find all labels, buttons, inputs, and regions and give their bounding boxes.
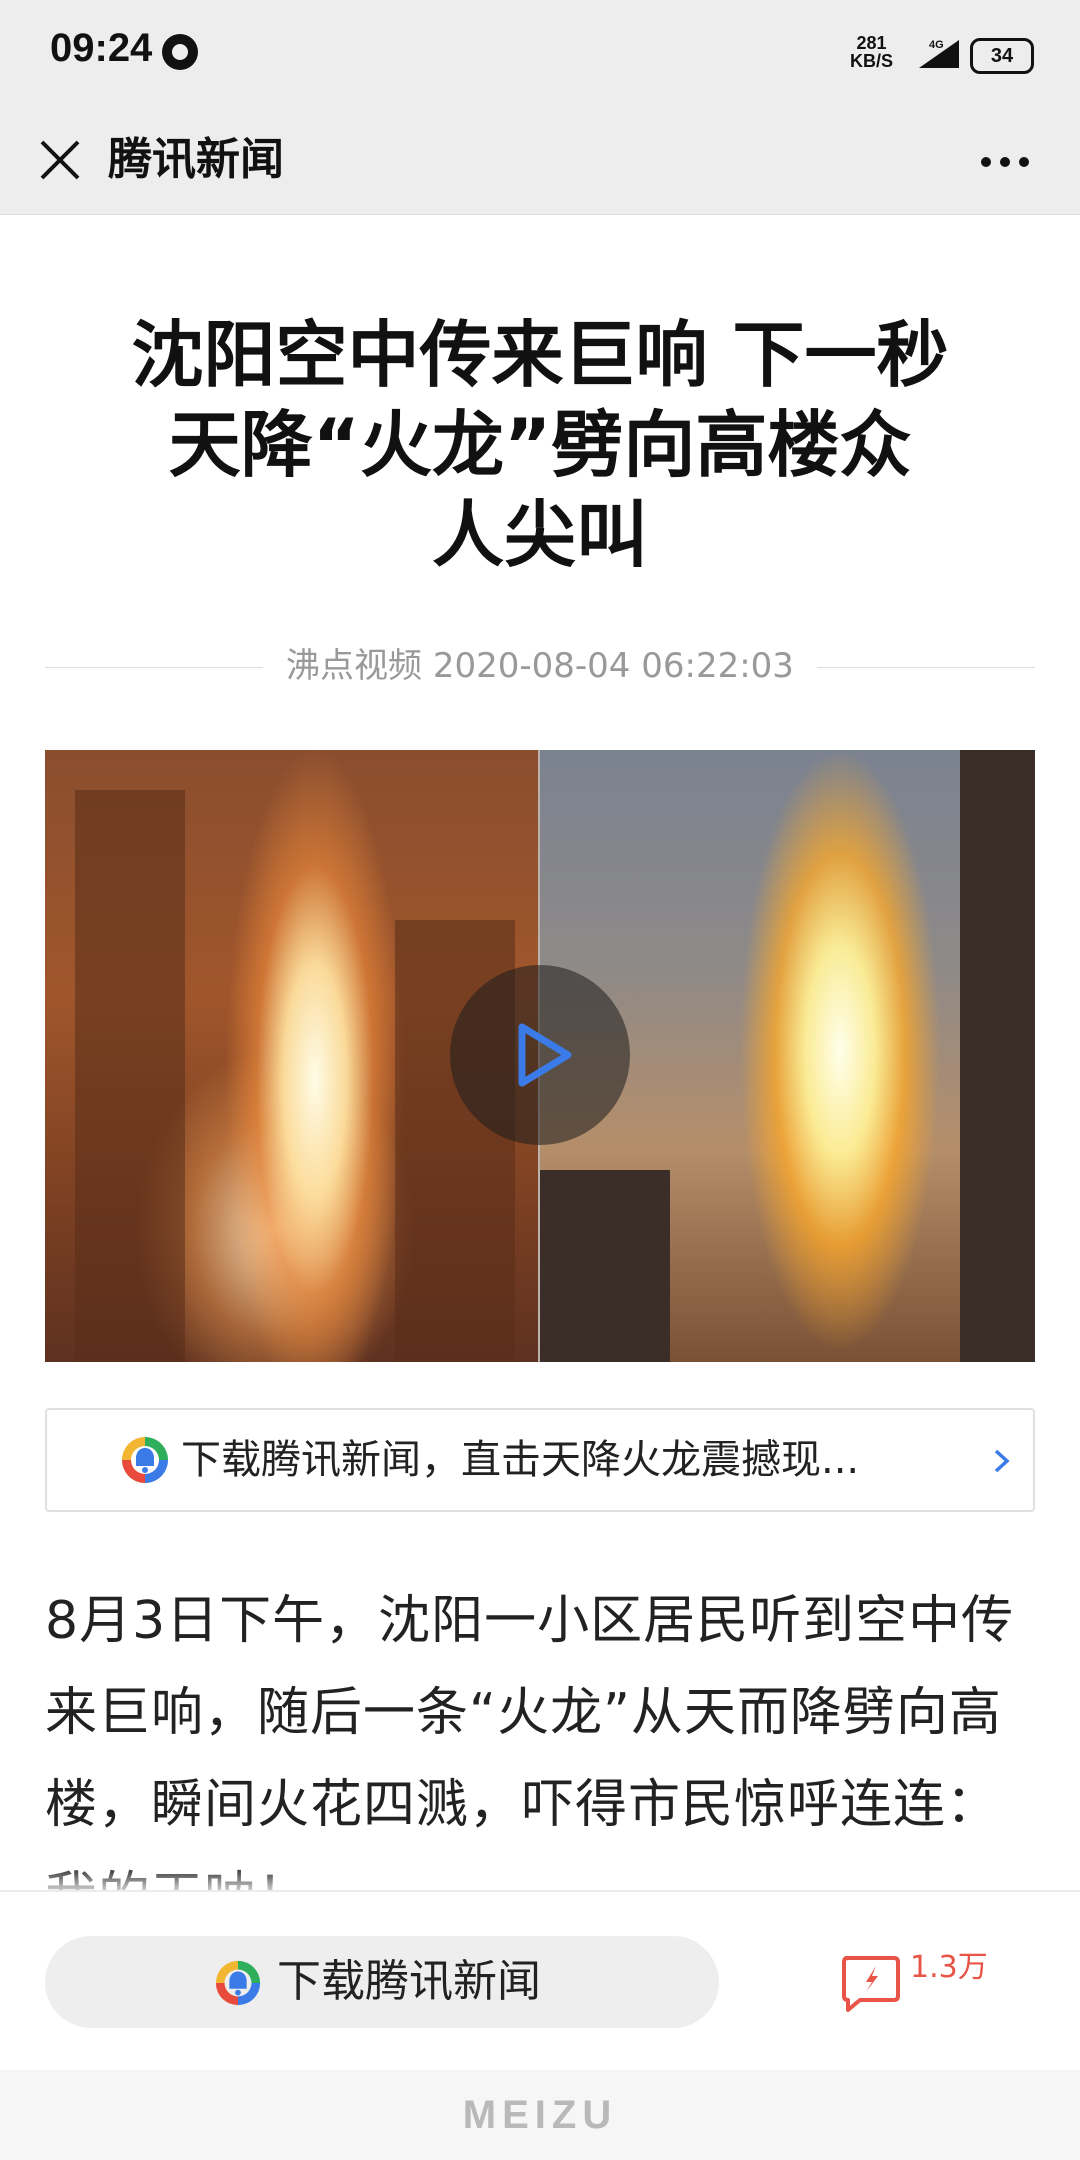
play-button[interactable]: [450, 965, 630, 1145]
download-app-label: 下载腾讯新闻: [277, 1956, 541, 2007]
download-app-button[interactable]: 下载腾讯新闻: [45, 1936, 719, 2028]
status-bar: 09:24 281 KB/S 4G 34: [0, 0, 1080, 108]
network-speed-unit: KB/S: [850, 51, 894, 71]
network-speed-value: 281: [856, 33, 887, 53]
nav-title: 腾讯新闻: [108, 134, 284, 185]
article-title-line: 天降“火龙”劈向高楼众: [168, 403, 912, 487]
comment-icon: [842, 1956, 900, 2012]
article-paragraph: 8月3日下午，沈阳一小区居民听到空中传来巨响，随后一条“火龙”从天而降劈向高楼，…: [45, 1591, 1015, 1927]
article-title: 沈阳空中传来巨响 下一秒 天降“火龙”劈向高楼众 人尖叫: [80, 310, 1000, 580]
more-button[interactable]: [970, 132, 1040, 192]
device-bezel: MEIZU: [0, 2070, 1080, 2160]
bottom-bar: 下载腾讯新闻 1.3万: [0, 1890, 1080, 2072]
close-button[interactable]: [30, 130, 90, 190]
network-type: 4G: [929, 39, 944, 51]
divider: [817, 667, 1035, 668]
comment-count: 1.3万: [910, 1950, 988, 1985]
download-banner[interactable]: 下载腾讯新闻，直击天降火龙震撼现...: [45, 1408, 1035, 1512]
close-icon: [40, 140, 80, 180]
nav-bar: 腾讯新闻: [0, 108, 1080, 215]
play-icon: [518, 1023, 572, 1087]
article-title-line: 人尖叫: [431, 493, 648, 577]
status-time: 09:24: [50, 26, 153, 70]
tencent-news-logo-icon: [215, 1960, 261, 2006]
article-source-date: 沸点视频 2020-08-04 06:22:03: [286, 646, 794, 686]
device-brand-logo: MEIZU: [462, 2093, 618, 2137]
battery-indicator: 34: [970, 38, 1034, 74]
video-player[interactable]: [45, 750, 1035, 1362]
article-title-line: 沈阳空中传来巨响 下一秒: [131, 313, 949, 397]
tencent-news-logo-icon: [122, 1437, 168, 1483]
comment-button[interactable]: [838, 1952, 902, 2016]
more-icon: [981, 157, 1029, 167]
signal-icon: 4G: [919, 39, 959, 68]
network-speed: 281 KB/S: [850, 34, 893, 70]
article-body: 8月3日下午，沈阳一小区居民听到空中传来巨响，随后一条“火龙”从天而降劈向高楼，…: [45, 1575, 1040, 1943]
notification-app-icon: [162, 34, 198, 70]
article-meta: 沸点视频 2020-08-04 06:22:03: [45, 636, 1035, 696]
chevron-right-icon: [994, 1449, 1010, 1473]
divider: [45, 667, 263, 668]
banner-text: 下载腾讯新闻，直击天降火龙震撼现...: [181, 1437, 860, 1483]
